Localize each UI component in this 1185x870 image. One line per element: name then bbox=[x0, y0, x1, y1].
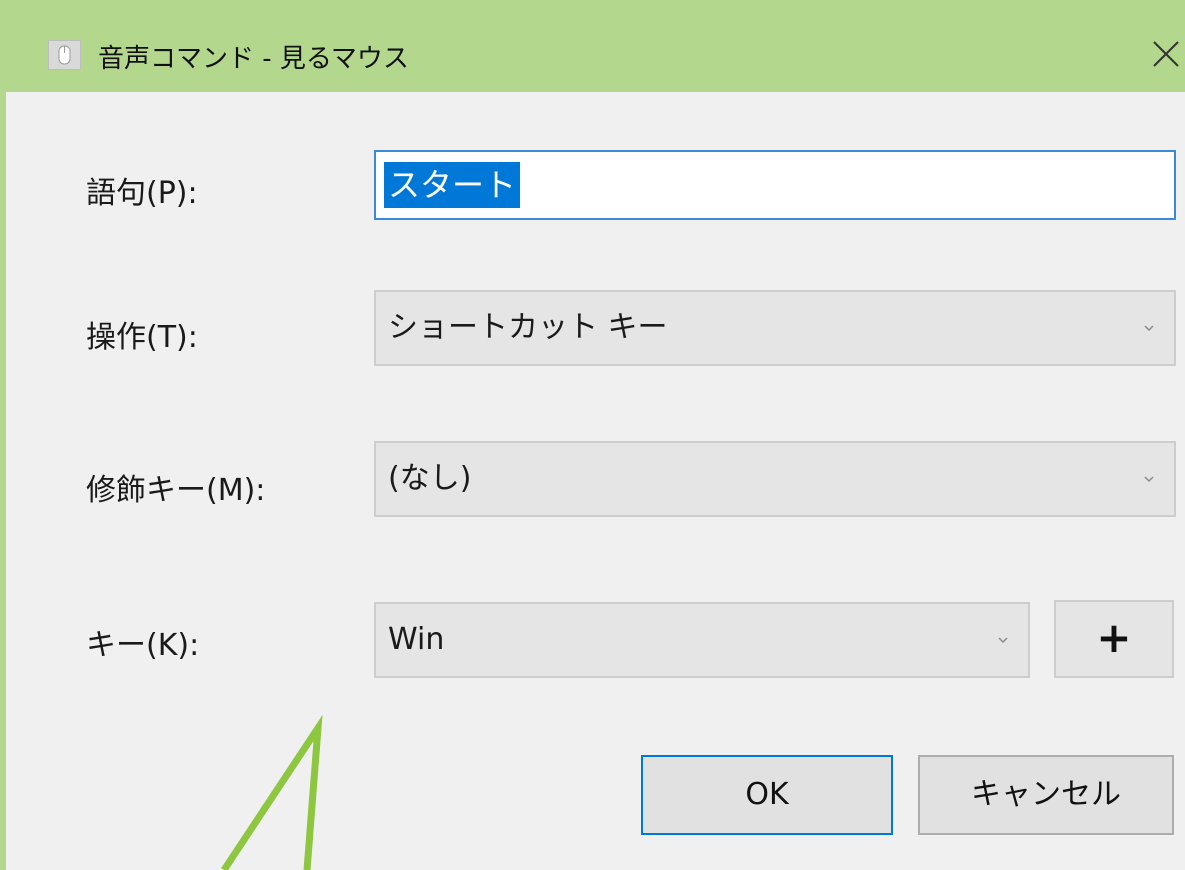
mouse-icon bbox=[48, 40, 81, 70]
chevron-down-icon bbox=[1144, 325, 1154, 332]
title-bar[interactable]: 音声コマンド - 見るマウス bbox=[6, 0, 1185, 92]
dialog-window: 音声コマンド - 見るマウス 語句(P): スタート 操作(T): ショートカッ… bbox=[0, 0, 1185, 870]
phrase-input-value: スタート bbox=[384, 162, 521, 208]
key-select-value: Win bbox=[388, 622, 445, 657]
key-label: キー(K): bbox=[86, 628, 200, 663]
cancel-button[interactable]: キャンセル bbox=[918, 755, 1174, 835]
key-select[interactable]: Win bbox=[374, 602, 1030, 678]
window-title: 音声コマンド - 見るマウス bbox=[98, 44, 409, 74]
modifier-label: 修飾キー(M): bbox=[86, 473, 266, 508]
add-key-button[interactable]: + bbox=[1054, 600, 1174, 678]
ok-button[interactable]: OK bbox=[641, 755, 893, 835]
chevron-down-icon bbox=[1144, 476, 1154, 483]
chevron-down-icon bbox=[998, 637, 1008, 644]
action-label: 操作(T): bbox=[86, 320, 198, 355]
close-icon[interactable] bbox=[1146, 34, 1185, 74]
phrase-input[interactable]: スタート bbox=[374, 150, 1176, 220]
phrase-label: 語句(P): bbox=[86, 176, 198, 211]
modifier-select[interactable]: (なし) bbox=[374, 441, 1176, 517]
plus-icon: + bbox=[1096, 613, 1132, 662]
action-select-value: ショートカット キー bbox=[388, 310, 668, 345]
modifier-select-value: (なし) bbox=[388, 461, 472, 496]
action-select[interactable]: ショートカット キー bbox=[374, 290, 1176, 366]
